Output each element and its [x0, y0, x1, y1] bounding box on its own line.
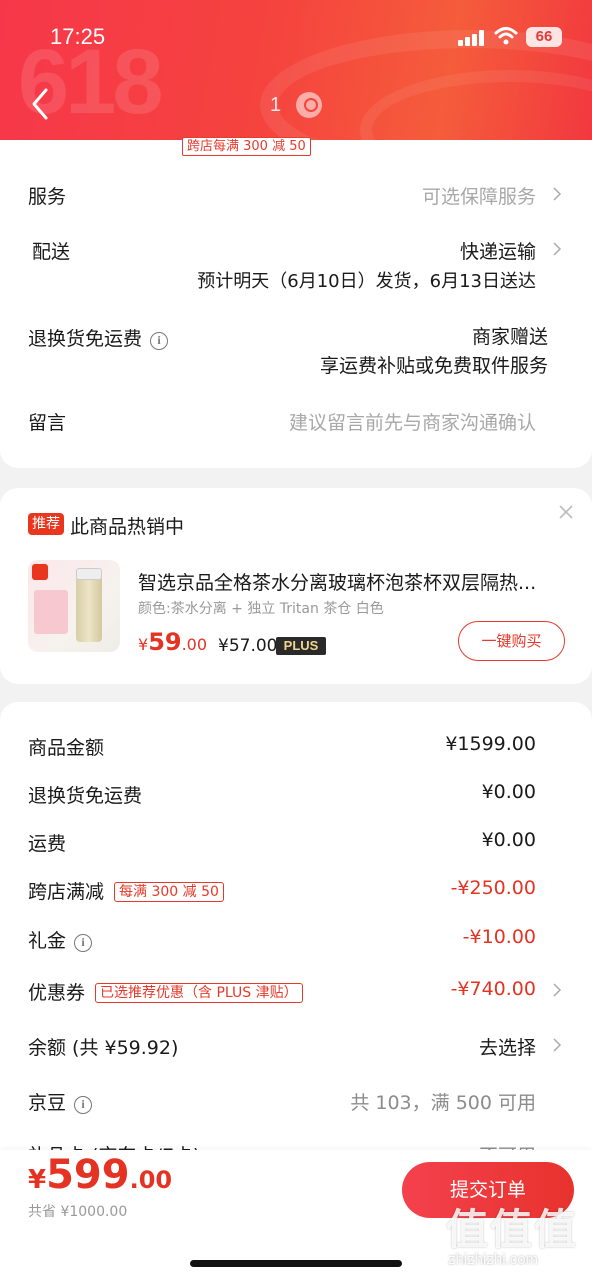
gift-money-label-text: 礼金 [28, 930, 67, 952]
jingdou-value: 共 103，满 500 可用 [350, 1092, 536, 1114]
brand-logo-icon [32, 564, 48, 580]
chevron-right-icon[interactable] [552, 982, 562, 998]
site-watermark: 值值值 [446, 1205, 579, 1254]
cross-store-tag: 每满 300 减 50 [114, 882, 224, 902]
gift-money-value: -¥10.00 [462, 926, 536, 948]
chevron-right-icon[interactable] [552, 1037, 562, 1053]
product-price: ¥59.00 [138, 628, 207, 656]
chevron-right-icon[interactable] [552, 241, 562, 257]
close-icon[interactable] [556, 502, 576, 522]
return-shipping-line1: 商家赠送 [471, 326, 548, 348]
chevron-right-icon[interactable] [552, 186, 562, 202]
cross-store-label-text: 跨店满减 [28, 881, 105, 903]
balance-select[interactable]: 去选择 [479, 1033, 536, 1060]
return-shipping-label: 退换货免运费 i [28, 324, 169, 351]
promo-tag: 跨店每满 300 减 50 [182, 137, 311, 156]
shipping-value: ¥0.00 [481, 829, 536, 851]
site-watermark-url: zhizhizhi.com [448, 1251, 539, 1268]
delivery-estimate: 预计明天（6月10日）发货，6月13日送达 [197, 271, 536, 292]
jingdou-label: 京豆 i [28, 1088, 93, 1115]
product-spec: 颜色:茶水分离 + 独立 Tritan 茶仓 白色 [138, 601, 384, 617]
info-icon[interactable]: i [74, 1096, 93, 1114]
balance-label: 余额 (共 ¥59.92) [28, 1037, 179, 1059]
coupon-label: 优惠券 已选推荐优惠（含 PLUS 津贴） [28, 978, 303, 1005]
cellular-signal-icon [458, 30, 486, 46]
delivery-label: 配送 [32, 241, 71, 263]
plus-badge: PLUS [276, 637, 326, 655]
return-shipping-fee-value: ¥0.00 [481, 781, 536, 803]
coupon-label-text: 优惠券 [28, 982, 86, 1004]
shipping-label: 运费 [28, 833, 67, 855]
plus-price: ¥57.00 [218, 636, 278, 656]
return-shipping-label-text: 退换货免运费 [28, 328, 143, 350]
info-icon[interactable]: i [150, 332, 169, 350]
goods-amount-value: ¥1599.00 [445, 733, 536, 755]
coupon-value[interactable]: -¥740.00 [451, 978, 536, 1000]
cross-store-discount-label: 跨店满减 每满 300 减 50 [28, 877, 224, 904]
saved-amount: 共省 ¥1000.00 [28, 1204, 128, 1220]
price-integer: 59 [148, 628, 182, 656]
package-box [34, 590, 68, 634]
page-indicator: 1 [270, 94, 282, 116]
jingdou-label-text: 京豆 [28, 1092, 67, 1114]
total-currency: ¥ [28, 1165, 47, 1195]
home-indicator[interactable] [190, 1260, 402, 1267]
battery-icon: 66 [526, 27, 562, 47]
price-decimal: .00 [181, 635, 208, 654]
note-input[interactable]: 建议留言前先与商家沟通确认 [289, 408, 536, 435]
total-price: ¥599.00 [28, 1152, 172, 1198]
info-icon[interactable]: i [74, 934, 93, 952]
product-name[interactable]: 智选京品全格茶水分离玻璃杯泡茶杯双层隔热... [138, 568, 568, 595]
return-shipping-line2: 享运费补贴或免费取件服务 [319, 355, 548, 377]
cup-cap [76, 568, 102, 580]
total-decimal: .00 [129, 1166, 173, 1194]
product-image[interactable] [28, 560, 120, 652]
price-currency: ¥ [138, 635, 149, 654]
note-label: 留言 [28, 412, 67, 434]
gift-money-label: 礼金 i [28, 926, 93, 953]
cross-store-discount-value: -¥250.00 [450, 877, 536, 899]
location-icon [296, 92, 322, 118]
back-arrow-icon[interactable] [28, 86, 52, 122]
recommend-badge: 推荐 [28, 513, 64, 535]
service-value[interactable]: 可选保障服务 [422, 182, 536, 209]
cup-illustration [76, 570, 102, 642]
header-banner: 618 [0, 0, 592, 140]
one-click-buy-button[interactable]: 一键购买 [458, 621, 565, 661]
goods-amount-label: 商品金额 [28, 737, 105, 759]
return-shipping-fee-label: 退换货免运费 [28, 785, 143, 807]
status-time: 17:25 [50, 24, 106, 49]
coupon-tag: 已选推荐优惠（含 PLUS 津贴） [95, 983, 303, 1003]
wifi-icon [494, 27, 518, 45]
service-label: 服务 [28, 186, 67, 208]
recommendation-title: 此商品热销中 [70, 516, 185, 538]
delivery-method[interactable]: 快递运输 [460, 237, 536, 264]
total-integer: 599 [46, 1152, 130, 1198]
